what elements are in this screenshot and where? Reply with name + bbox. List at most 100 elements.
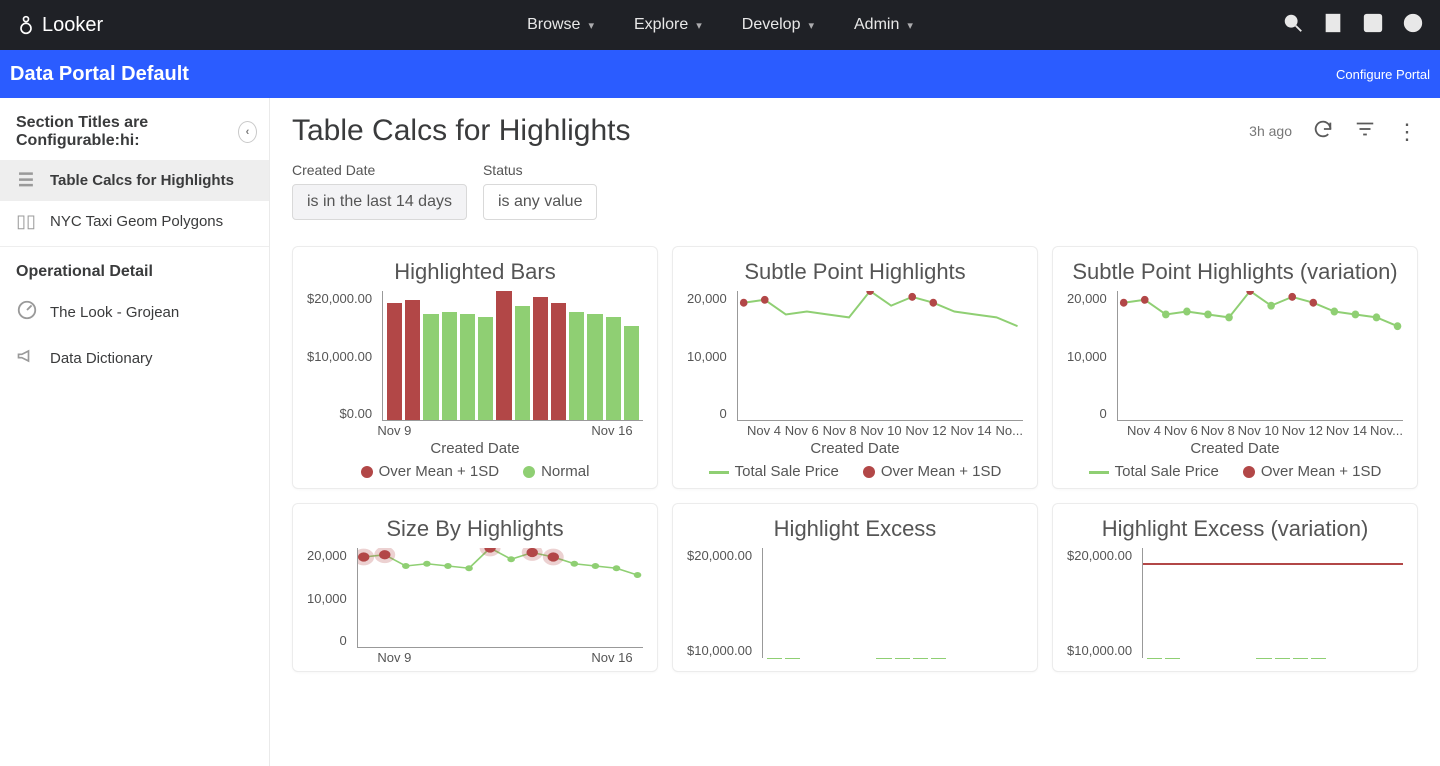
y-tick: $10,000.00: [307, 349, 372, 364]
legend-label: Normal: [541, 463, 589, 480]
x-tick: Nov 6: [785, 423, 819, 438]
refresh-icon[interactable]: [1312, 118, 1334, 145]
x-tick: Nov...: [1370, 423, 1403, 438]
legend-item-over: Over Mean + 1SD: [361, 463, 499, 480]
help-icon[interactable]: [1362, 12, 1384, 39]
nav-explore[interactable]: Explore ▾: [634, 16, 702, 34]
page-title: Table Calcs for Highlights: [292, 114, 630, 148]
filter-value-created-date[interactable]: is in the last 14 days: [292, 184, 467, 220]
legend: Total Sale Price Over Mean + 1SD: [687, 457, 1023, 482]
tile-title: Highlight Excess (variation): [1067, 516, 1403, 542]
tile-highlight-excess-variation[interactable]: Highlight Excess (variation) $20,000.00 …: [1052, 503, 1418, 672]
nav-browse[interactable]: Browse▾: [527, 16, 594, 34]
dashboard-icon: ☰: [16, 170, 36, 191]
filter-value-status[interactable]: is any value: [483, 184, 598, 220]
collapse-sidebar-icon[interactable]: ‹: [238, 121, 257, 143]
tile-size-by-highlights[interactable]: Size By Highlights 20,000 10,000 0 Nov 9…: [292, 503, 658, 672]
bookmark-icon[interactable]: [1322, 12, 1344, 39]
x-axis-title: Created Date: [687, 440, 1023, 457]
y-tick: $0.00: [340, 406, 373, 421]
legend-swatch-normal: [523, 466, 535, 478]
y-axis-labels: $20,000.00 $10,000.00: [1067, 548, 1138, 658]
legend-line-total: [709, 471, 729, 474]
y-tick: $20,000.00: [307, 291, 372, 306]
y-tick: 20,000: [307, 548, 347, 563]
sidebar-item-table-calcs[interactable]: ☰ Table Calcs for Highlights: [0, 160, 269, 201]
filter-icon[interactable]: [1354, 118, 1376, 145]
x-tick: Nov 16: [591, 423, 632, 438]
x-tick: Nov 14: [1326, 423, 1367, 438]
x-axis-labels: Nov 9 Nov 16: [307, 648, 643, 665]
x-axis-title: Created Date: [307, 440, 643, 457]
nav-develop[interactable]: Develop▾: [742, 16, 814, 34]
chevron-down-icon: ▾: [907, 19, 913, 32]
chevron-down-icon: ▾: [696, 19, 702, 32]
tile-title: Highlighted Bars: [307, 259, 643, 285]
nav-menu: Browse▾ Explore ▾ Develop▾ Admin▾: [527, 16, 913, 34]
filter-bar: Created Date is in the last 14 days Stat…: [292, 162, 1418, 220]
x-axis-labels: Nov 9 Nov 16: [307, 421, 643, 438]
x-tick: Nov 12: [905, 423, 946, 438]
legend-label: Over Mean + 1SD: [1261, 463, 1381, 480]
y-axis-labels: 20,000 10,000 0: [307, 548, 353, 648]
x-tick: Nov 4: [747, 423, 781, 438]
search-icon[interactable]: [1282, 12, 1304, 39]
tile-title: Highlight Excess: [687, 516, 1023, 542]
tile-highlighted-bars[interactable]: Highlighted Bars $20,000.00 $10,000.00 $…: [292, 246, 658, 489]
tile-highlight-excess[interactable]: Highlight Excess $20,000.00 $10,000.00: [672, 503, 1038, 672]
y-tick: 10,000: [687, 349, 727, 364]
y-tick: 0: [720, 406, 727, 421]
sidebar-section-2-title: Operational Detail: [0, 247, 269, 289]
x-tick: Nov 9: [377, 650, 411, 665]
filter-label: Status: [483, 162, 598, 178]
sidebar-item-the-look[interactable]: The Look - Grojean: [0, 289, 269, 336]
nav-admin[interactable]: Admin▾: [854, 16, 913, 34]
x-axis-labels: Nov 4Nov 6Nov 8Nov 10Nov 12Nov 14Nov...: [1067, 421, 1403, 438]
y-tick: 10,000: [307, 591, 347, 606]
y-tick: $20,000.00: [1067, 548, 1132, 563]
sidebar-item-label: Data Dictionary: [50, 350, 153, 367]
sidebar-item-data-dictionary[interactable]: Data Dictionary: [0, 336, 269, 381]
main-content: Table Calcs for Highlights 3h ago ⋮ Crea…: [270, 98, 1440, 766]
y-axis-labels: 20,000 10,000 0: [687, 291, 733, 421]
brand-text: Looker: [42, 14, 103, 37]
y-axis-labels: $20,000.00 $10,000.00 $0.00: [307, 291, 378, 421]
legend-item-over: Over Mean + 1SD: [1243, 463, 1381, 480]
tile-title: Subtle Point Highlights: [687, 259, 1023, 285]
page-controls: 3h ago ⋮: [1249, 118, 1418, 145]
x-tick: Nov 12: [1282, 423, 1323, 438]
map-icon: ▯▯: [16, 211, 36, 232]
tile-subtle-points[interactable]: Subtle Point Highlights 20,000 10,000 0 …: [672, 246, 1038, 489]
x-tick: Nov 8: [823, 423, 857, 438]
account-icon[interactable]: [1402, 12, 1424, 39]
nav-explore-label: Explore: [634, 16, 688, 34]
legend-label: Total Sale Price: [1115, 463, 1219, 480]
page-header: Table Calcs for Highlights 3h ago ⋮: [292, 114, 1418, 148]
top-nav: Looker Browse▾ Explore ▾ Develop▾ Admin▾: [0, 0, 1440, 50]
tile-subtle-points-variation[interactable]: Subtle Point Highlights (variation) 20,0…: [1052, 246, 1418, 489]
y-tick: 0: [1100, 406, 1107, 421]
x-tick: No...: [995, 423, 1022, 438]
last-refresh-text: 3h ago: [1249, 123, 1292, 139]
x-tick: Nov 4: [1127, 423, 1161, 438]
chart-plot: [382, 291, 643, 421]
brand-logo[interactable]: Looker: [16, 14, 103, 37]
y-tick: 20,000: [1067, 291, 1107, 306]
x-tick: Nov 6: [1164, 423, 1198, 438]
sidebar-section-1-header: Section Titles are Configurable:hi: ‹: [0, 110, 269, 160]
more-menu-icon[interactable]: ⋮: [1396, 126, 1418, 137]
legend-item-total: Total Sale Price: [1089, 463, 1219, 480]
x-tick: Nov 9: [377, 423, 411, 438]
legend-item-over: Over Mean + 1SD: [863, 463, 1001, 480]
legend-item-normal: Normal: [523, 463, 589, 480]
gauge-icon: [16, 299, 36, 326]
x-tick: Nov 14: [950, 423, 991, 438]
sidebar-item-label: Table Calcs for Highlights: [50, 172, 234, 189]
legend-swatch-over: [361, 466, 373, 478]
tile-title: Size By Highlights: [307, 516, 643, 542]
legend-label: Over Mean + 1SD: [379, 463, 499, 480]
sidebar: Section Titles are Configurable:hi: ‹ ☰ …: [0, 98, 270, 766]
sidebar-item-nyc-taxi[interactable]: ▯▯ NYC Taxi Geom Polygons: [0, 201, 269, 242]
configure-portal-link[interactable]: Configure Portal: [1336, 67, 1430, 82]
legend: Total Sale Price Over Mean + 1SD: [1067, 457, 1403, 482]
